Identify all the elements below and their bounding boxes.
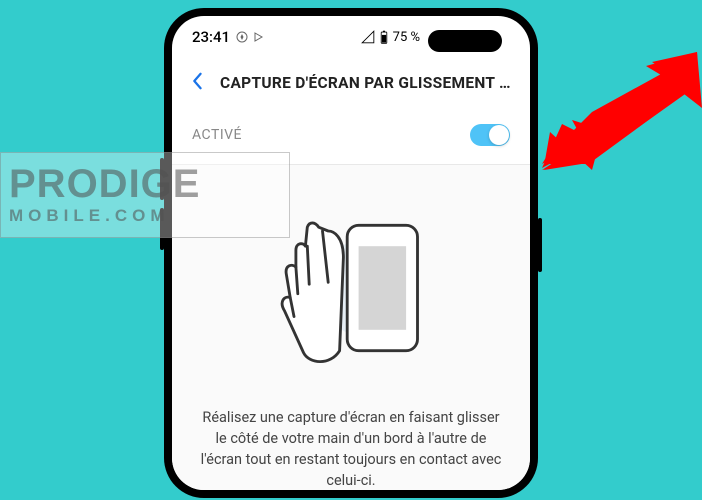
battery-pct: 75 % [393,30,420,45]
description-text: Réalisez une capture d'écran en faisant … [192,407,510,490]
pointer-arrow-clean [542,52,702,172]
watermark-line2: MOBILE.COM [9,206,289,226]
header: CAPTURE D'ÉCRAN PAR GLISSEMENT DE PAU… [172,58,530,110]
phone-frame: 23:41 75 % CAPTURE D'ÉCRAN PAR GLISSEMEN… [164,8,538,498]
toggle-thumb [489,125,509,145]
compass-icon [236,31,248,43]
signal-icon [361,30,375,44]
back-icon[interactable] [190,72,204,94]
toggle-label: ACTIVÉ [192,127,242,143]
screen: 23:41 75 % CAPTURE D'ÉCRAN PAR GLISSEMEN… [172,16,530,490]
master-toggle[interactable] [470,124,510,146]
play-icon [252,31,264,43]
watermark: PRODIGE MOBILE.COM [0,152,290,238]
page-title: CAPTURE D'ÉCRAN PAR GLISSEMENT DE PAU… [220,74,512,92]
status-time: 23:41 [192,28,230,46]
watermark-line1: PRODIGE [9,164,289,204]
camera-cutout [428,30,502,52]
power-button [538,218,542,272]
pointer-arrow [542,52,702,172]
status-icons [236,31,264,43]
battery-icon [379,30,389,44]
